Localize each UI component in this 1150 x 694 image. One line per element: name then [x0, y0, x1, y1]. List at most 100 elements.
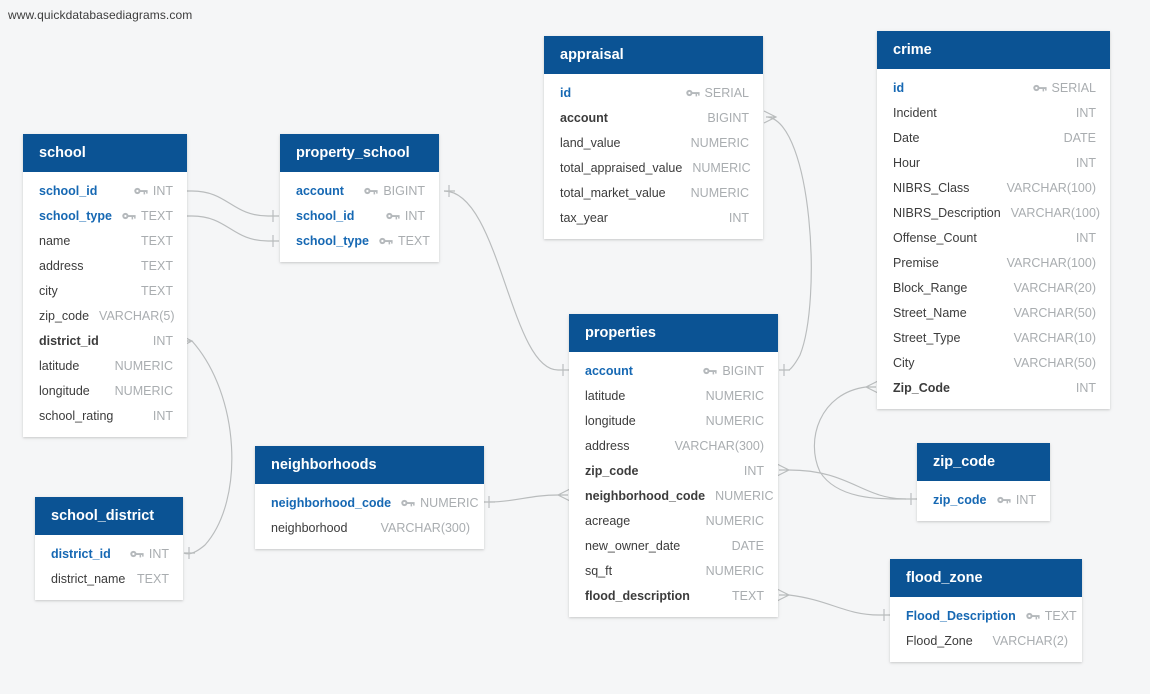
column-row[interactable]: district_name TEXT	[35, 566, 183, 591]
marker-crowsfoot-properties-flood	[776, 588, 791, 602]
link-properties-flood	[788, 594, 880, 616]
table-header-flood_zone[interactable]: flood_zone	[890, 559, 1082, 597]
table-school_district[interactable]: school_district district_id INT district_na…	[35, 497, 183, 600]
column-row[interactable]: school_type TEXT	[23, 203, 187, 228]
column-row[interactable]: total_appraised_value NUMERIC	[544, 155, 763, 180]
column-row[interactable]: district_id INT	[35, 541, 183, 566]
column-name: NIBRS_Description	[893, 205, 1001, 220]
column-row[interactable]: zip_code INT	[569, 458, 778, 483]
table-header-crime[interactable]: crime	[877, 31, 1110, 69]
column-type: BIGINT	[383, 183, 425, 198]
column-row[interactable]: address TEXT	[23, 253, 187, 278]
column-type: TEXT	[141, 208, 173, 223]
column-name: Premise	[893, 255, 939, 270]
column-row[interactable]: latitude NUMERIC	[23, 353, 187, 378]
column-row[interactable]: NIBRS_Class VARCHAR(100)	[877, 175, 1110, 200]
column-row[interactable]: NIBRS_Description VARCHAR(100)	[877, 200, 1110, 225]
column-row[interactable]: name TEXT	[23, 228, 187, 253]
table-property_school[interactable]: property_school account BIGINT school_id INT…	[280, 134, 439, 262]
column-name: Block_Range	[893, 280, 968, 295]
column-type: VARCHAR(5)	[99, 308, 175, 323]
column-row[interactable]: zip_code INT	[917, 487, 1050, 512]
column-row[interactable]: new_owner_date DATE	[569, 533, 778, 558]
column-row[interactable]: Premise VARCHAR(100)	[877, 250, 1110, 275]
column-row[interactable]: Date DATE	[877, 125, 1110, 150]
column-type: INT	[1075, 155, 1096, 170]
column-row[interactable]: district_id INT	[23, 328, 187, 353]
table-header-appraisal[interactable]: appraisal	[544, 36, 763, 74]
column-type: NUMERIC	[690, 185, 749, 200]
column-row[interactable]: tax_year INT	[544, 205, 763, 230]
column-row[interactable]: sq_ft NUMERIC	[569, 558, 778, 583]
table-header-zip_code[interactable]: zip_code	[917, 443, 1050, 481]
column-type: INT	[152, 183, 173, 198]
column-type: BIGINT	[722, 363, 764, 378]
column-type: DATE	[731, 538, 764, 553]
column-row[interactable]: latitude NUMERIC	[569, 383, 778, 408]
column-name: zip_code	[39, 308, 90, 323]
table-crime[interactable]: crime id SERIAL Incident INT Date DATE Hour INT N…	[877, 31, 1110, 409]
column-name: school_id	[296, 208, 355, 223]
column-row[interactable]: neighborhood_code NUMERIC	[569, 483, 778, 508]
column-row[interactable]: Street_Type VARCHAR(10)	[877, 325, 1110, 350]
marker-crowsfoot-properties-zipcode	[776, 463, 791, 477]
column-row[interactable]: Offense_Count INT	[877, 225, 1110, 250]
column-row[interactable]: school_id INT	[280, 203, 439, 228]
column-row[interactable]: Block_Range VARCHAR(20)	[877, 275, 1110, 300]
column-row[interactable]: neighborhood_code NUMERIC	[255, 490, 484, 515]
table-header-school[interactable]: school	[23, 134, 187, 172]
column-row[interactable]: account BIGINT	[280, 178, 439, 203]
key-icon	[386, 211, 400, 221]
column-row[interactable]: school_rating INT	[23, 403, 187, 428]
marker-plus-propertyschool-schoolid	[268, 210, 279, 222]
column-row[interactable]: address VARCHAR(300)	[569, 433, 778, 458]
column-name: school_rating	[39, 408, 114, 423]
column-row[interactable]: id SERIAL	[544, 80, 763, 105]
column-row[interactable]: school_id INT	[23, 178, 187, 203]
table-flood_zone[interactable]: flood_zone Flood_Description TEXT Flood_Zon…	[890, 559, 1082, 662]
column-row[interactable]: City VARCHAR(50)	[877, 350, 1110, 375]
column-type: VARCHAR(20)	[1013, 280, 1096, 295]
column-type: INT	[404, 208, 425, 223]
column-row[interactable]: Flood_Zone VARCHAR(2)	[890, 628, 1082, 653]
table-zip_code[interactable]: zip_code zip_code INT	[917, 443, 1050, 521]
link-propertyschool-account	[443, 190, 559, 371]
column-row[interactable]: neighborhood VARCHAR(300)	[255, 515, 484, 540]
column-row[interactable]: flood_description TEXT	[569, 583, 778, 608]
column-name: district_id	[39, 333, 99, 348]
diagram-canvas[interactable]: www.quickdatabasediagrams.com school sch…	[0, 0, 1150, 694]
column-row[interactable]: Flood_Description TEXT	[890, 603, 1082, 628]
column-row[interactable]: Incident INT	[877, 100, 1110, 125]
column-row[interactable]: total_market_value NUMERIC	[544, 180, 763, 205]
table-properties[interactable]: properties account BIGINT latitude NUMERIC lo…	[569, 314, 778, 617]
marker-plus-propertyschool-account	[444, 185, 455, 197]
column-type: INT	[1015, 492, 1036, 507]
table-appraisal[interactable]: appraisal id SERIAL account BIGINT land_value…	[544, 36, 763, 239]
table-header-school_district[interactable]: school_district	[35, 497, 183, 535]
table-header-properties[interactable]: properties	[569, 314, 778, 352]
table-neighborhoods[interactable]: neighborhoods neighborhood_code NUMERIC nei…	[255, 446, 484, 549]
key-icon	[1026, 611, 1040, 621]
marker-plus-zipcode-a	[906, 493, 917, 505]
column-row[interactable]: zip_code VARCHAR(5)	[23, 303, 187, 328]
column-row[interactable]: acreage NUMERIC	[569, 508, 778, 533]
column-row[interactable]: Street_Name VARCHAR(50)	[877, 300, 1110, 325]
column-row[interactable]: land_value NUMERIC	[544, 130, 763, 155]
column-row[interactable]: Hour INT	[877, 150, 1110, 175]
table-body-flood_zone: Flood_Description TEXT Flood_Zone VARCHAR(2…	[890, 597, 1082, 662]
table-header-neighborhoods[interactable]: neighborhoods	[255, 446, 484, 484]
table-header-property_school[interactable]: property_school	[280, 134, 439, 172]
column-type: VARCHAR(50)	[1013, 305, 1096, 320]
column-row[interactable]: account BIGINT	[569, 358, 778, 383]
table-school[interactable]: school school_id INT school_type TEXT name TEX…	[23, 134, 187, 437]
column-name: longitude	[39, 383, 90, 398]
column-row[interactable]: school_type TEXT	[280, 228, 439, 253]
column-row[interactable]: longitude NUMERIC	[569, 408, 778, 433]
column-row[interactable]: city TEXT	[23, 278, 187, 303]
column-row[interactable]: longitude NUMERIC	[23, 378, 187, 403]
column-name: Street_Type	[893, 330, 961, 345]
column-row[interactable]: Zip_Code INT	[877, 375, 1110, 400]
column-row[interactable]: id SERIAL	[877, 75, 1110, 100]
column-row[interactable]: account BIGINT	[544, 105, 763, 130]
column-name: zip_code	[933, 492, 987, 507]
